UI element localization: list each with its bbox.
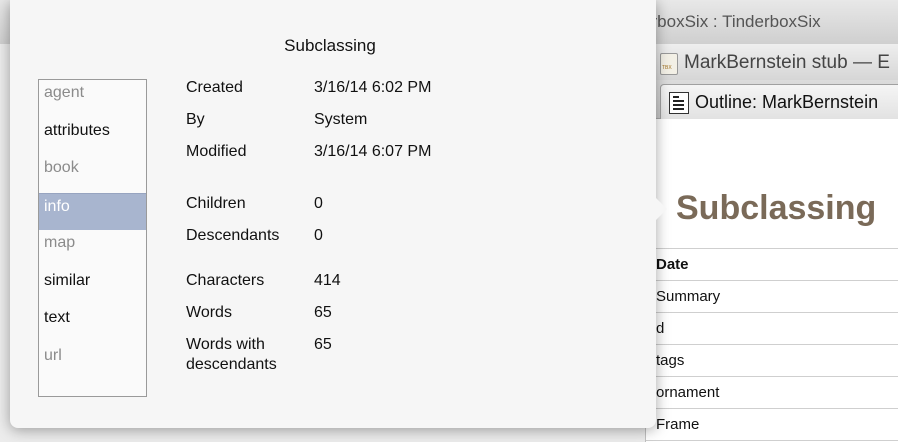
attribute-name: Date <box>656 256 689 273</box>
document-icon <box>660 53 678 75</box>
nav-item-label: map <box>44 234 76 251</box>
info-label-continued: descendants <box>186 356 277 373</box>
nav-item-map[interactable]: map <box>39 230 146 268</box>
info-value: 0 <box>314 227 323 244</box>
info-label: Characters <box>186 272 265 289</box>
nav-item-label: url <box>44 346 62 364</box>
nav-item-label: text <box>44 309 70 326</box>
outline-window-titlebar[interactable]: MarkBernstein stub — E <box>646 44 898 81</box>
info-value: 414 <box>314 272 341 289</box>
attribute-name: tags <box>656 352 685 369</box>
info-value: System <box>314 111 368 128</box>
popover-arrow <box>654 196 667 222</box>
attribute-row[interactable]: Date <box>646 249 898 281</box>
attribute-list: Date Summary d tags ornament Frame <box>646 248 898 441</box>
popover-title: Subclassing <box>284 36 376 55</box>
outline-view-icon <box>669 92 689 114</box>
info-value: 3/16/14 6:02 PM <box>314 79 432 96</box>
info-label: Words <box>186 304 232 321</box>
attribute-name: ornament <box>656 384 720 401</box>
outline-window: MarkBernstein stub — E Outline: MarkBern… <box>645 44 898 442</box>
nav-item-label: attributes <box>44 121 110 139</box>
info-label: Modified <box>186 143 247 160</box>
nav-item-url[interactable]: url <box>39 343 146 381</box>
tab-outline-label: Outline: MarkBernstein <box>695 92 879 112</box>
nav-item-similar[interactable]: similar <box>39 268 146 306</box>
info-label: By <box>186 111 205 128</box>
attribute-row[interactable]: tags <box>646 345 898 377</box>
info-value: 65 <box>314 336 332 353</box>
note-heading: Subclassing <box>676 189 877 227</box>
attribute-row[interactable]: Frame <box>646 409 898 441</box>
info-value: 0 <box>314 195 323 212</box>
info-label: Created <box>186 79 243 96</box>
info-label: Children <box>186 195 246 212</box>
inspector-nav: agent attributes book info map similar t… <box>38 79 147 397</box>
tab-outline[interactable]: Outline: MarkBernstein <box>660 84 898 119</box>
outline-tabbar: Outline: MarkBernstein <box>646 80 898 119</box>
attribute-name: Summary <box>656 288 721 305</box>
info-label: Descendants <box>186 227 280 244</box>
attribute-row[interactable]: d <box>646 313 898 345</box>
info-popover: Subclassing agent attributes book info m… <box>10 0 656 428</box>
outline-window-title: MarkBernstein stub — E <box>684 52 890 73</box>
nav-item-book[interactable]: book <box>39 155 146 193</box>
nav-item-attributes[interactable]: attributes <box>39 118 146 156</box>
nav-item-text[interactable]: text <box>39 305 146 343</box>
nav-item-label: similar <box>44 271 91 289</box>
attribute-name: d <box>656 320 665 337</box>
attribute-name: Frame <box>656 416 700 433</box>
nav-item-label: book <box>44 159 79 176</box>
nav-item-info[interactable]: info <box>39 192 146 230</box>
attribute-row[interactable]: ornament <box>646 377 898 409</box>
info-label: Words with <box>186 336 265 353</box>
info-value: 65 <box>314 304 332 321</box>
nav-item-label: info <box>44 197 70 215</box>
attribute-row[interactable]: Summary <box>646 281 898 313</box>
info-value: 3/16/14 6:07 PM <box>314 143 432 160</box>
nav-item-agent[interactable]: agent <box>39 80 146 118</box>
nav-item-label: agent <box>44 84 85 101</box>
